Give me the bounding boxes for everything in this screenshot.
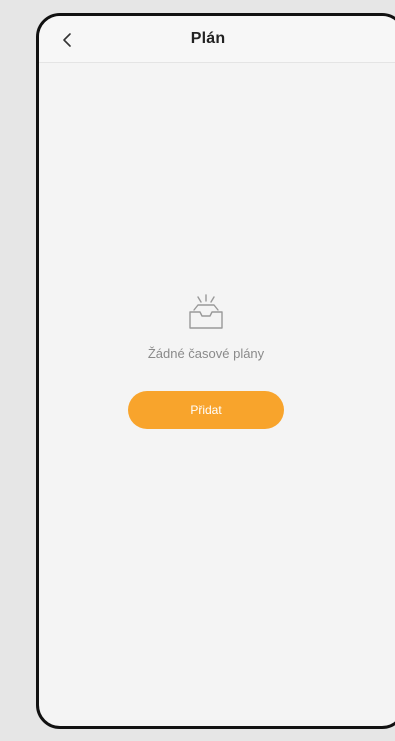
- page-title: Plán: [190, 30, 226, 47]
- add-button[interactable]: Přidat: [128, 391, 284, 429]
- empty-state: Žádné časové plány Přidat: [39, 292, 395, 429]
- empty-tray-icon: [189, 294, 223, 329]
- empty-message: Žádné časové plány: [147, 346, 265, 361]
- phone-frame: Plán Žádné časové plány Přidat: [36, 13, 395, 729]
- app-header: Plán: [39, 16, 395, 63]
